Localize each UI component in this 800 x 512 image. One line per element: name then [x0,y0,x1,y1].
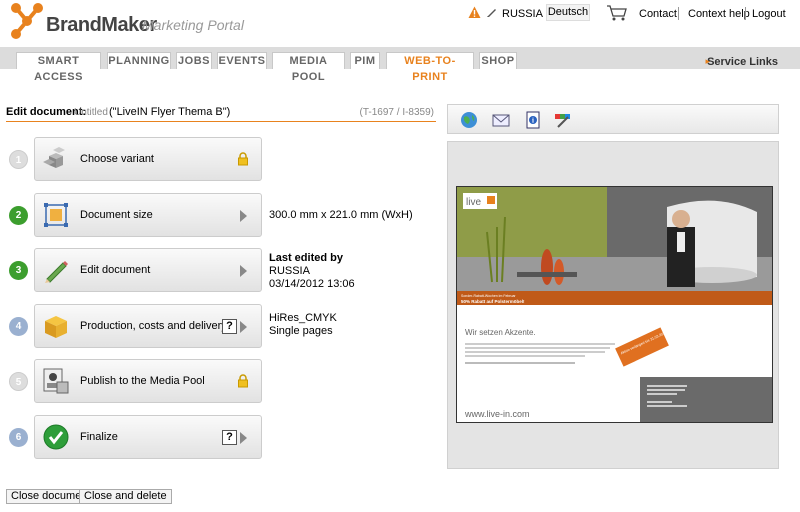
service-links[interactable]: Service Links [707,56,778,68]
step-info: 300.0 mm x 221.0 mm (WxH) [269,209,413,222]
step-number: 4 [9,317,28,336]
flyer-banner-line2: 50% Rabatt auf Polstermöbel! [461,299,525,304]
flyer-banner-line1: Sonder-Rabatt-Wochen im Februar [461,294,516,298]
step-info: Last edited by RUSSIA 03/14/2012 13:06 [269,252,355,291]
production-costs-button[interactable]: Production, costs and delivery ? [34,304,262,348]
step-label: Finalize [80,431,118,443]
package-icon [45,316,67,338]
lock-icon [238,152,248,166]
help-button[interactable]: ? [222,430,237,445]
document-size-value: 300.0 mm x 221.0 mm (WxH) [269,209,413,221]
publish-media-pool-button[interactable]: Publish to the Media Pool [34,359,262,403]
tab-media-pool[interactable]: MEDIA POOL [272,52,345,83]
checkmark-icon [43,424,69,450]
user-name[interactable]: RUSSIA [502,8,543,20]
info-icon[interactable]: i [524,111,542,129]
step-label: Document size [80,209,153,221]
flyer-url: www.live-in.com [464,409,530,419]
language-button[interactable]: Deutsch [546,4,590,21]
divider [745,7,746,20]
tab-planning[interactable]: PLANNING [107,52,171,69]
step-info: HiRes_CMYK Single pages [269,312,337,338]
document-id: (T-1697 / I-8359) [359,107,434,118]
logout-link[interactable]: Logout [752,8,786,20]
tab-web-to-print[interactable]: WEB-TO-PRINT [386,52,474,83]
email-icon[interactable] [492,111,510,129]
step-number: 2 [9,206,28,225]
arrow-right-icon [240,265,247,277]
svg-text:i: i [532,117,534,125]
document-size-button[interactable]: Document size [34,193,262,237]
document-untitled: Untitled [74,107,108,118]
tab-shop[interactable]: SHOP [479,52,517,69]
app-header: BrandMaker Marketing Portal RUSSIA Deuts… [0,0,800,44]
brandmaker-logo-icon [11,3,43,39]
tab-events[interactable]: EVENTS [217,52,267,69]
tab-jobs[interactable]: JOBS [176,52,212,69]
arrow-right-icon [240,321,247,333]
step-publish-media-pool: 5 Publish to the Media Pool [6,359,446,405]
flyer-artwork: live Sonder-Rabatt-Wochen im Februar 50%… [457,187,772,422]
main-nav: SMART ACCESS PLANNING JOBS EVENTS MEDIA … [0,47,800,83]
step-number: 5 [9,372,28,391]
divider [678,7,679,20]
document-name: ("LiveIN Flyer Thema B") [109,106,231,118]
flyer-headline: Wir setzen Akzente. [465,328,536,337]
shopping-cart-icon[interactable] [606,4,628,22]
step-label: Production, costs and delivery [80,320,227,332]
step-number: 6 [9,428,28,447]
arrow-right-icon [240,210,247,222]
preview-toolbar: i [447,104,779,134]
portal-name: Marketing Portal [142,17,244,33]
step-choose-variant: 1 Choose variant [6,137,446,183]
step-number: 3 [9,261,28,280]
help-button[interactable]: ? [222,319,237,334]
contact-link[interactable]: Contact [639,8,677,20]
step-edit-document: 3 Edit document Last edited by RUSSIA 03… [6,248,446,294]
tab-pim[interactable]: PIM [350,52,380,69]
brand-name: BrandMaker [46,14,157,36]
last-edited-label: Last edited by [269,252,343,264]
arrow-right-icon [240,432,247,444]
lock-icon [238,374,248,388]
flyer-preview-image[interactable]: live Sonder-Rabatt-Wochen im Februar 50%… [456,186,773,423]
step-finalize: 6 Finalize ? [6,415,446,461]
context-help-link[interactable]: Context help [688,8,750,20]
close-and-delete-button[interactable]: Close and delete [79,489,172,504]
tab-smart-access[interactable]: SMART ACCESS [16,52,101,83]
globe-icon[interactable] [460,111,478,129]
step-production-costs: 4 Production, costs and delivery ? HiRes… [6,304,446,350]
edit-document-button[interactable]: Edit document [34,248,262,292]
step-document-size: 2 Document size 300.0 mm x 221.0 mm (WxH… [6,193,446,239]
color-edit-icon[interactable] [554,111,572,129]
step-label: Publish to the Media Pool [80,375,205,387]
last-edited-date: 03/14/2012 13:06 [269,278,355,290]
document-title-bar: Edit document: Untitled ("LiveIN Flyer T… [6,106,436,122]
step-label: Edit document [80,264,151,276]
warning-icon[interactable] [468,6,481,19]
document-preview: live Sonder-Rabatt-Wochen im Februar 50%… [447,141,779,469]
output-profile: HiRes_CMYK [269,312,337,324]
resize-icon [44,203,68,227]
choose-variant-button[interactable]: Choose variant [34,137,262,181]
finalize-button[interactable]: Finalize ? [34,415,262,459]
step-label: Choose variant [80,153,154,165]
publish-icon [43,368,69,394]
page-mode: Single pages [269,325,333,337]
pen-icon [487,9,496,17]
cubes-icon [43,147,65,168]
step-number: 1 [9,150,28,169]
flyer-logo: live [466,197,481,208]
pencil-icon [45,261,68,283]
last-edited-user: RUSSIA [269,265,310,277]
